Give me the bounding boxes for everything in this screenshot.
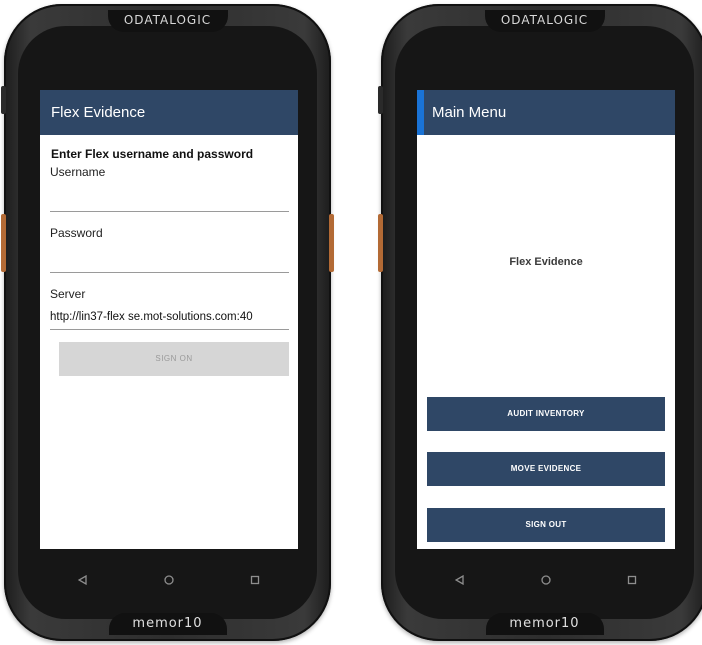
brand-logo-top: ODATALOGIC — [107, 10, 228, 32]
left-scan-button[interactable] — [1, 214, 6, 272]
app-bar-accent — [417, 90, 424, 135]
power-button[interactable] — [1, 86, 6, 114]
recents-square-icon[interactable] — [612, 575, 652, 585]
nav-bar — [40, 557, 298, 603]
recents-square-icon[interactable] — [235, 575, 275, 585]
right-phone: ODATALOGIC Main Menu Flex Evidence AUDIT… — [378, 4, 702, 641]
back-triangle-icon[interactable] — [63, 575, 103, 585]
center-label: Flex Evidence — [509, 256, 583, 268]
server-underline — [50, 329, 289, 330]
username-label: Username — [50, 165, 106, 179]
app-bar: Main Menu — [417, 90, 675, 135]
sign-on-button[interactable]: SIGN ON — [59, 342, 289, 376]
sign-out-button[interactable]: SIGN OUT — [427, 508, 665, 542]
nav-bar — [417, 557, 675, 603]
password-label: Password — [50, 226, 103, 240]
username-underline — [50, 211, 289, 212]
password-underline — [50, 272, 289, 273]
username-field[interactable] — [50, 179, 289, 211]
audit-inventory-button[interactable]: AUDIT INVENTORY — [427, 397, 665, 431]
login-heading: Enter Flex username and password — [51, 147, 254, 161]
home-circle-icon[interactable] — [526, 575, 566, 585]
brand-logo-top: ODATALOGIC — [484, 10, 605, 32]
back-triangle-icon[interactable] — [440, 575, 480, 585]
login-screen: Flex Evidence Enter Flex username and pa… — [40, 90, 298, 549]
server-field[interactable]: http://lin37-flex se.mot-solutions.com:4… — [50, 305, 289, 329]
power-button[interactable] — [378, 86, 383, 114]
left-phone: ODATALOGIC Flex Evidence Enter Flex user… — [1, 4, 334, 641]
app-title: Flex Evidence — [51, 104, 146, 121]
server-label: Server — [50, 287, 86, 301]
app-bar: Flex Evidence — [40, 90, 298, 135]
main-menu-screen: Main Menu Flex Evidence AUDIT INVENTORY … — [417, 90, 675, 549]
brand-logo-bottom: memor10 — [485, 613, 604, 635]
left-scan-button[interactable] — [378, 214, 383, 272]
right-scan-button[interactable] — [329, 214, 334, 272]
move-evidence-button[interactable]: MOVE EVIDENCE — [427, 452, 665, 486]
home-circle-icon[interactable] — [149, 575, 189, 585]
brand-logo-bottom: memor10 — [108, 613, 227, 635]
menu-title: Main Menu — [432, 104, 507, 121]
password-field[interactable] — [50, 240, 289, 272]
